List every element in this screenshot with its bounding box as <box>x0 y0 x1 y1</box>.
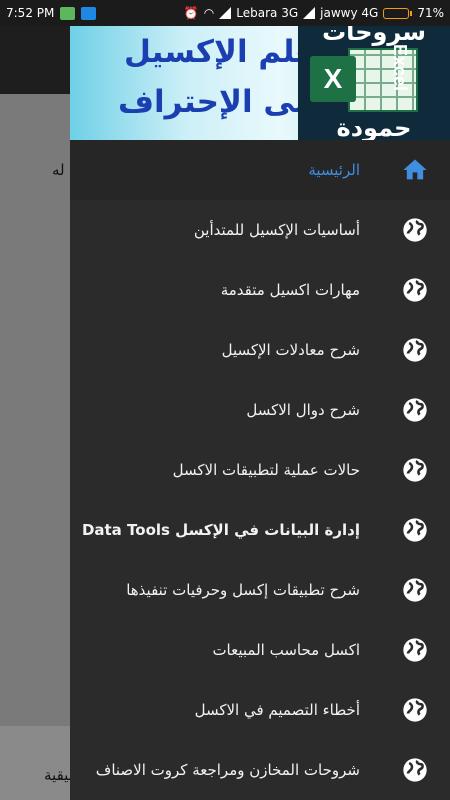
menu-item-data-tools[interactable]: إدارة البيانات في الإكسل Data Tools <box>70 500 450 560</box>
globe-icon <box>403 758 427 782</box>
menu-item-label: شروحات المخازن ومراجعة كروت الاصناف <box>95 761 360 779</box>
app-notification-icon <box>60 6 76 20</box>
battery-icon <box>383 7 413 19</box>
excel-icon: X <box>310 56 356 102</box>
menu-item-label: شرح دوال الاكسل <box>246 401 360 419</box>
logo-word: Excel <box>390 44 410 92</box>
menu-item-inventory[interactable]: شروحات المخازن ومراجعة كروت الاصناف <box>70 740 450 800</box>
menu-item-label: إدارة البيانات في الإكسل Data Tools <box>81 521 360 539</box>
menu-item-home[interactable]: الرئيسية <box>70 140 450 200</box>
menu-item-label: اكسل محاسب المبيعات <box>212 641 360 659</box>
menu-item-label: شرح تطبيقات إكسل وحرفيات تنفيذها <box>126 581 360 599</box>
globe-icon <box>403 578 427 602</box>
drawer-header-banner: تعلم الإكسيل حتى الإحتراف سروحات X Excel… <box>70 26 450 140</box>
globe-icon <box>403 218 427 242</box>
globe-icon <box>403 398 427 422</box>
menu-item-formulas[interactable]: شرح معادلات الإكسيل <box>70 320 450 380</box>
logo-text-bottom: حمودة <box>336 114 412 140</box>
globe-icon <box>403 638 427 662</box>
drawer-menu: الرئيسية أساسيات الإكسيل للمتدأين مهارات… <box>70 140 450 800</box>
carrier-1: Lebara 3G <box>236 6 299 20</box>
excel-logo: سروحات X Excel حمودة <box>298 26 450 140</box>
menu-item-label: مهارات اكسيل متقدمة <box>220 281 360 299</box>
home-icon <box>403 159 427 180</box>
menu-item-case-studies[interactable]: حالات عملية لتطبيقات الاكسل <box>70 440 450 500</box>
navigation-drawer[interactable]: تعلم الإكسيل حتى الإحتراف سروحات X Excel… <box>70 26 450 800</box>
signal-icon <box>219 7 232 19</box>
menu-item-label: شرح معادلات الإكسيل <box>221 341 360 359</box>
menu-item-label: الرئيسية <box>308 161 360 179</box>
alarm-icon: ⏰ <box>183 6 199 20</box>
wifi-icon: ◠ <box>203 6 215 20</box>
menu-item-functions[interactable]: شرح دوال الاكسل <box>70 380 450 440</box>
cloud-notification-icon <box>81 6 97 20</box>
menu-item-basics[interactable]: أساسيات الإكسيل للمتدأين <box>70 200 450 260</box>
globe-icon <box>403 338 427 362</box>
globe-icon <box>403 518 427 542</box>
logo-text-top: سروحات <box>322 26 426 46</box>
menu-item-applications[interactable]: شرح تطبيقات إكسل وحرفيات تنفيذها <box>70 560 450 620</box>
banner-title: تعلم الإكسيل <box>124 34 325 70</box>
background-text: بيقية <box>44 766 73 784</box>
background-panel <box>0 726 70 800</box>
background-text: له <box>52 161 65 179</box>
signal-icon <box>303 7 316 19</box>
status-bar: 7:52 PM ⏰ ◠ Lebara 3G jawwy 4G 71% <box>0 0 450 26</box>
globe-icon <box>403 698 427 722</box>
menu-item-advanced-skills[interactable]: مهارات اكسيل متقدمة <box>70 260 450 320</box>
menu-item-label: أساسيات الإكسيل للمتدأين <box>193 221 360 239</box>
carrier-2: jawwy 4G <box>320 6 379 20</box>
menu-item-label: حالات عملية لتطبيقات الاكسل <box>172 461 360 479</box>
globe-icon <box>403 458 427 482</box>
battery-percent: 71% <box>417 6 444 20</box>
menu-item-sales-accountant[interactable]: اكسل محاسب المبيعات <box>70 620 450 680</box>
globe-icon <box>403 278 427 302</box>
status-time: 7:52 PM <box>6 6 55 20</box>
menu-item-label: أخطاء التصميم في الاكسل <box>194 701 360 719</box>
menu-item-design-errors[interactable]: أخطاء التصميم في الاكسل <box>70 680 450 740</box>
